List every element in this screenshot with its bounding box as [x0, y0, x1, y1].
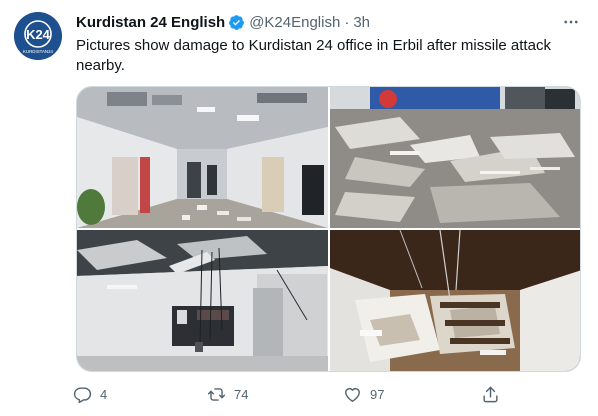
author-handle[interactable]: @K24English: [249, 14, 340, 31]
share-button[interactable]: [476, 380, 504, 408]
photo-fallen-ceiling-tiles-icon: [330, 87, 580, 228]
media-photo-1[interactable]: [77, 87, 328, 228]
photo-damaged-ceiling-room-icon: [77, 230, 328, 371]
retweet-button[interactable]: 74: [202, 380, 248, 408]
k24-logo-icon: K24 KURDISTAN24: [14, 12, 62, 60]
tweet-actions: 4 74 97: [68, 380, 588, 408]
share-icon: [476, 380, 504, 408]
tweet-timestamp[interactable]: 3h: [353, 14, 370, 31]
photo-collapsed-stairwell-icon: [330, 230, 580, 371]
tweet-card[interactable]: K24 KURDISTAN24 Kurdistan 24 English @K2…: [0, 0, 598, 416]
svg-text:KURDISTAN24: KURDISTAN24: [23, 49, 53, 54]
reply-count: 4: [100, 386, 108, 402]
svg-text:K24: K24: [26, 27, 51, 42]
media-photo-3[interactable]: [77, 230, 328, 371]
separator-dot: ·: [344, 13, 350, 31]
retweet-icon: [202, 380, 230, 408]
verified-badge-icon: [228, 14, 245, 31]
media-grid: [76, 86, 581, 372]
reply-button[interactable]: 4: [68, 380, 107, 408]
more-options-button[interactable]: [560, 12, 582, 32]
heart-icon: [338, 380, 366, 408]
like-button[interactable]: 97: [338, 380, 384, 408]
tweet-text: Pictures show damage to Kurdistan 24 off…: [76, 37, 551, 74]
reply-icon: [68, 380, 96, 408]
tweet-header: Kurdistan 24 English @K24English · 3h: [76, 12, 370, 32]
author-avatar[interactable]: K24 KURDISTAN24: [14, 12, 62, 60]
photo-office-corridor-icon: [77, 87, 328, 228]
retweet-count: 74: [234, 386, 249, 402]
media-photo-4[interactable]: [330, 230, 580, 371]
media-photo-2[interactable]: [330, 87, 580, 228]
more-dots-icon: [564, 20, 578, 24]
like-count: 97: [370, 386, 385, 402]
author-display-name[interactable]: Kurdistan 24 English: [76, 14, 225, 31]
